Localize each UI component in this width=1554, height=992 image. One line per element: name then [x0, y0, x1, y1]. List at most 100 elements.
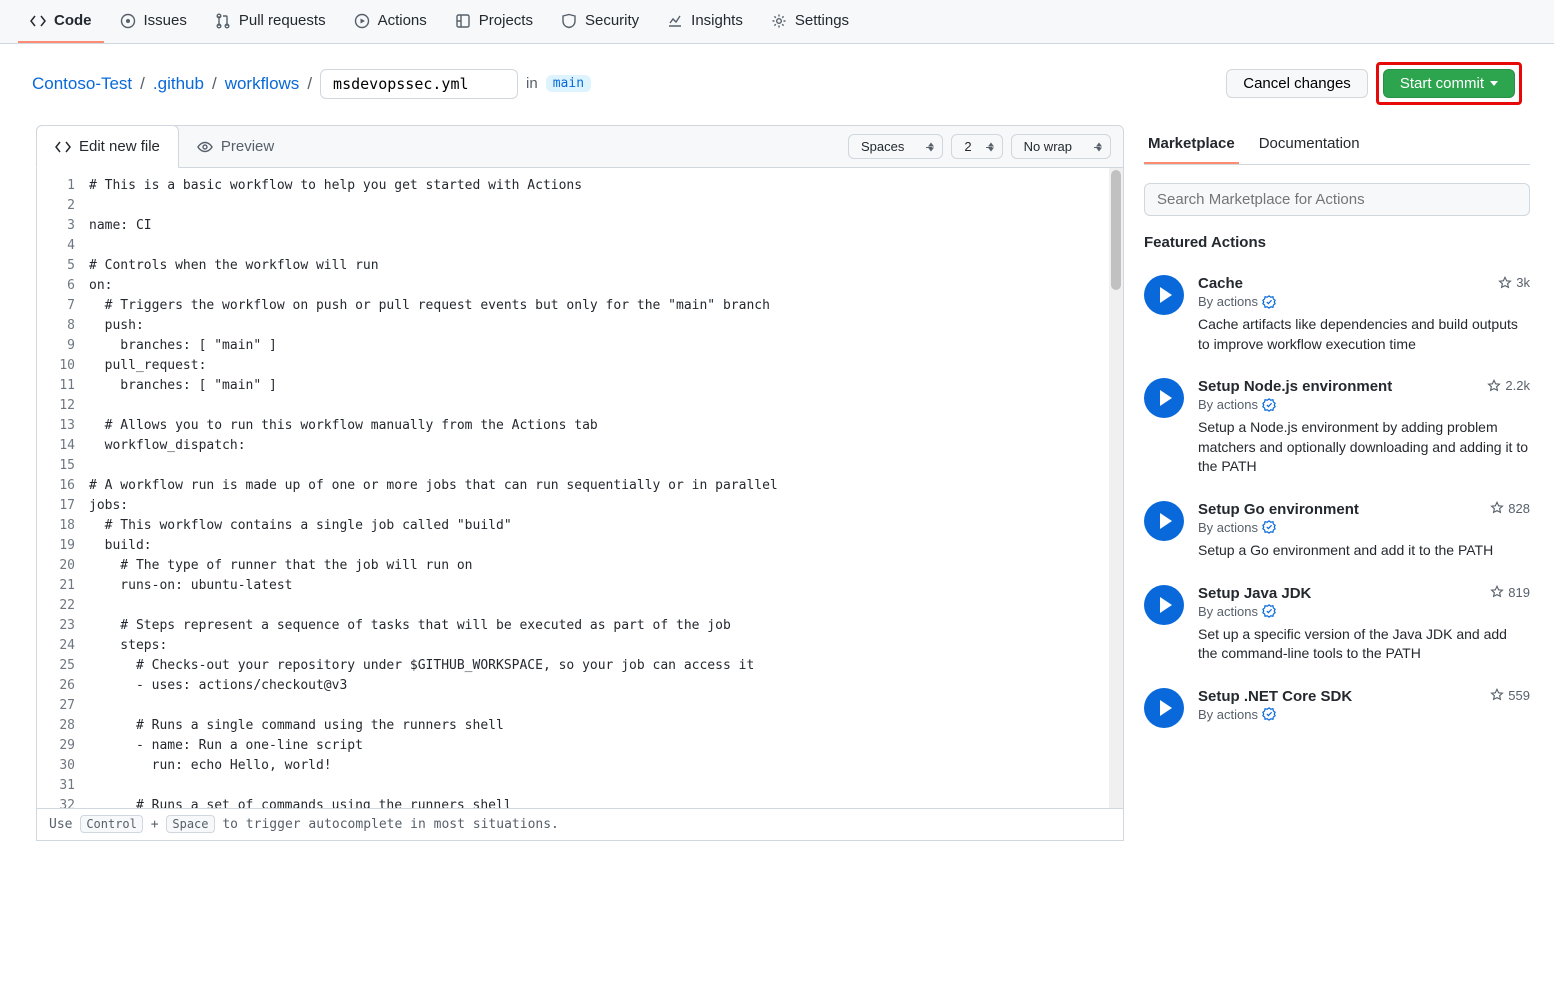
editor-panel: Edit new file Preview Spaces 2 No wrap — [36, 125, 1124, 841]
chevron-down-icon — [1490, 81, 1498, 86]
branch-badge[interactable]: main — [546, 75, 591, 92]
breadcrumb-sep: / — [212, 74, 217, 94]
nav-settings[interactable]: Settings — [759, 0, 861, 43]
nav-actions-label: Actions — [378, 12, 427, 29]
nav-projects[interactable]: Projects — [443, 0, 545, 43]
marketplace-search-input[interactable] — [1144, 183, 1530, 216]
nav-security[interactable]: Security — [549, 0, 651, 43]
breadcrumb-dir1[interactable]: .github — [153, 74, 204, 94]
graph-icon — [667, 13, 683, 29]
action-author: By actions — [1198, 707, 1530, 722]
action-item[interactable]: Setup Java JDK 819 By actions Set up a spe… — [1144, 573, 1530, 676]
play-icon — [1144, 378, 1184, 418]
star-count[interactable]: 819 — [1490, 585, 1530, 600]
nav-issues-label: Issues — [144, 12, 187, 29]
gear-icon — [771, 13, 787, 29]
path-bar: Contoso-Test / .github / workflows / in … — [0, 44, 1554, 105]
kbd-space: Space — [166, 815, 214, 833]
tab-documentation[interactable]: Documentation — [1255, 125, 1364, 164]
marketplace-panel: Marketplace Documentation Featured Actio… — [1144, 125, 1554, 740]
code-icon — [30, 13, 46, 29]
side-tabs: Marketplace Documentation — [1144, 125, 1530, 165]
breadcrumb-dir2[interactable]: workflows — [225, 74, 300, 94]
play-circle-icon — [354, 13, 370, 29]
nav-settings-label: Settings — [795, 12, 849, 29]
action-author: By actions — [1198, 397, 1530, 412]
action-author: By actions — [1198, 604, 1530, 619]
scrollbar-thumb[interactable] — [1111, 170, 1121, 290]
start-commit-button[interactable]: Start commit — [1383, 69, 1515, 98]
editor-toolbar: Spaces 2 No wrap — [836, 126, 1123, 167]
nav-code-label: Code — [54, 12, 92, 29]
start-commit-label: Start commit — [1400, 75, 1484, 92]
play-icon — [1144, 688, 1184, 728]
editor-hint: Use Control + Space to trigger autocompl… — [37, 808, 1123, 840]
wrap-select[interactable]: No wrap — [1011, 134, 1111, 159]
hint-text: to trigger autocomplete in most situatio… — [215, 817, 559, 832]
star-count[interactable]: 559 — [1490, 688, 1530, 703]
breadcrumb-repo[interactable]: Contoso-Test — [32, 74, 132, 94]
star-count[interactable]: 828 — [1490, 501, 1530, 516]
nav-security-label: Security — [585, 12, 639, 29]
nav-insights-label: Insights — [691, 12, 743, 29]
hint-text: Use — [49, 817, 80, 832]
action-item[interactable]: Setup Go environment828By actions Setup … — [1144, 489, 1530, 573]
action-author: By actions — [1198, 520, 1530, 535]
breadcrumb-sep: / — [307, 74, 312, 94]
action-title[interactable]: Setup .NET Core SDK — [1198, 688, 1352, 705]
action-title[interactable]: Cache — [1198, 275, 1243, 292]
action-author: By actions — [1198, 294, 1530, 309]
nav-insights[interactable]: Insights — [655, 0, 755, 43]
action-title[interactable]: Setup Node.js environment — [1198, 378, 1392, 395]
repo-nav: Code Issues Pull requests Actions Projec… — [0, 0, 1554, 44]
action-title[interactable]: Setup Java JDK — [1198, 585, 1311, 602]
nav-actions[interactable]: Actions — [342, 0, 439, 43]
line-numbers: 1234567891011121314151617181920212223242… — [37, 168, 89, 808]
action-item[interactable]: Cache 3k By actions Cache artifacts like d… — [1144, 263, 1530, 366]
action-item[interactable]: Setup Node.js environment2.2kBy actions … — [1144, 366, 1530, 489]
tab-edit-label: Edit new file — [79, 138, 160, 155]
wrap-value: No wrap — [1024, 139, 1072, 154]
actions-list: Cache 3k By actions Cache artifacts like d… — [1144, 263, 1530, 740]
play-icon — [1144, 501, 1184, 541]
pr-icon — [215, 13, 231, 29]
indent-mode-select[interactable]: Spaces — [848, 134, 943, 159]
code-editor[interactable]: 1234567891011121314151617181920212223242… — [37, 168, 1123, 808]
play-icon — [1144, 275, 1184, 315]
action-title[interactable]: Setup Go environment — [1198, 501, 1359, 518]
play-icon — [1144, 585, 1184, 625]
eye-icon — [197, 139, 213, 155]
start-commit-highlight: Start commit — [1376, 62, 1522, 105]
star-count[interactable]: 2.2k — [1487, 378, 1530, 393]
scrollbar-track[interactable] — [1109, 168, 1123, 808]
action-description: Set up a specific version of the Java JD… — [1198, 625, 1530, 664]
code-icon — [55, 139, 71, 155]
indent-size-select[interactable]: 2 — [951, 134, 1002, 159]
action-description: Cache artifacts like dependencies and bu… — [1198, 315, 1530, 354]
indent-mode-value: Spaces — [861, 139, 904, 154]
tab-preview[interactable]: Preview — [179, 126, 292, 167]
nav-code[interactable]: Code — [18, 0, 104, 43]
issue-icon — [120, 13, 136, 29]
action-item[interactable]: Setup .NET Core SDK 559 By actions — [1144, 676, 1530, 740]
nav-issues[interactable]: Issues — [108, 0, 199, 43]
editor-tabs: Edit new file Preview Spaces 2 No wrap — [37, 126, 1123, 168]
in-label: in — [526, 75, 538, 92]
cancel-button[interactable]: Cancel changes — [1226, 69, 1368, 98]
action-description: Setup a Node.js environment by adding pr… — [1198, 418, 1530, 477]
nav-pulls[interactable]: Pull requests — [203, 0, 338, 43]
hint-text: + — [143, 817, 166, 832]
breadcrumb-sep: / — [140, 74, 145, 94]
filename-input[interactable] — [320, 69, 518, 99]
nav-pulls-label: Pull requests — [239, 12, 326, 29]
shield-icon — [561, 13, 577, 29]
tab-edit-file[interactable]: Edit new file — [36, 125, 179, 168]
kbd-control: Control — [80, 815, 143, 833]
star-count[interactable]: 3k — [1498, 275, 1530, 290]
code-content[interactable]: # This is a basic workflow to help you g… — [89, 168, 1123, 808]
indent-size-value: 2 — [964, 139, 971, 154]
featured-actions-heading: Featured Actions — [1144, 234, 1530, 251]
tab-marketplace[interactable]: Marketplace — [1144, 125, 1239, 164]
nav-projects-label: Projects — [479, 12, 533, 29]
projects-icon — [455, 13, 471, 29]
